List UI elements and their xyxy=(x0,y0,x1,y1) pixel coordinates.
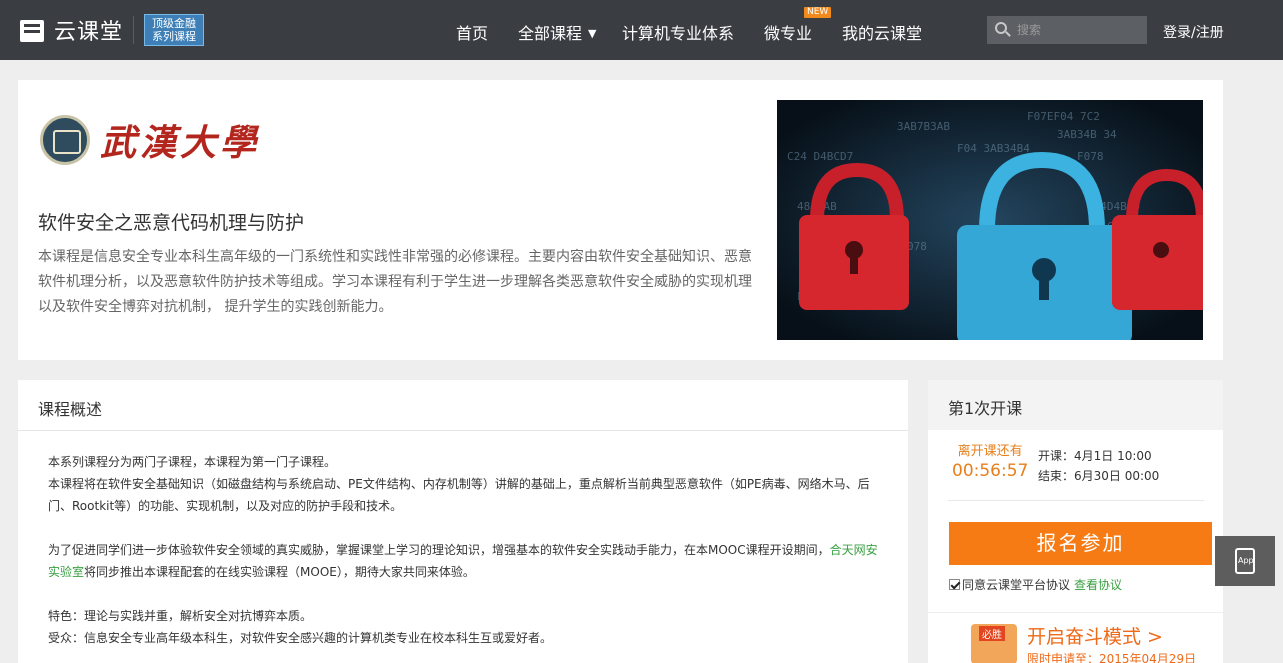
overview-heading: 课程概述 xyxy=(18,380,908,431)
countdown-label: 离开课还有 xyxy=(957,444,1023,459)
promo-line-1: 顶级金融 xyxy=(152,17,197,30)
countdown: 离开课还有 00:56:57 xyxy=(952,440,1028,481)
course-overview-panel: 课程概述 本系列课程分为两门子课程，本课程为第一门子课程。 本课程将在软件安全基… xyxy=(18,380,908,663)
svg-text:F07EF04 7C2: F07EF04 7C2 xyxy=(1027,110,1100,123)
nav-my-cloud-class[interactable]: 我的云课堂 xyxy=(842,20,922,44)
divider xyxy=(948,500,1204,501)
promo-line-2: 系列课程 xyxy=(152,30,197,43)
brand-name: 云课堂 xyxy=(54,20,124,45)
overview-paragraph-3: 为了促进同学们进一步体验软件安全领域的真实威胁，掌握课堂上学习的理论知识，增强基… xyxy=(48,539,878,583)
caret-down-icon: ▼ xyxy=(588,27,597,40)
fight-mode-deadline: 限时申请至：2015年04月29日 xyxy=(1027,652,1197,663)
divider xyxy=(928,612,1223,613)
course-description: 本课程是信息安全专业本科生高年级的一门系统性和实践性非常强的必修课程。主要内容由… xyxy=(38,249,752,315)
overview-p3-text-end: 将同步推出本课程配套的在线实验课程（MOOE），期待大家共同来体验。 xyxy=(84,565,475,579)
agreement-text: 同意云课堂平台协议 xyxy=(962,578,1071,592)
svg-text:3AB7B3AB: 3AB7B3AB xyxy=(897,120,950,133)
search-box xyxy=(987,16,1147,44)
session-panel: 第1次开课 离开课还有 00:56:57 开课：4月1日 10:00 结束：6月… xyxy=(928,380,1223,663)
app-label: App xyxy=(1238,556,1254,565)
svg-text:C24 D4BCD7: C24 D4BCD7 xyxy=(787,150,853,163)
university-logo[interactable]: 武漢大學 xyxy=(40,114,260,166)
overview-body: 本系列课程分为两门子课程，本课程为第一门子课程。 本课程将在软件安全基础知识（如… xyxy=(18,431,908,663)
nav-micro-major[interactable]: 微专业 NEW xyxy=(764,7,832,44)
book-icon xyxy=(18,16,46,44)
padlock-illustration: F07EF04 7C2 3AB34B 34 3AB7B3AB F04 3AB34… xyxy=(777,100,1203,340)
end-date: 结束：6月30日 00:00 xyxy=(1038,469,1160,483)
fight-mode-icon[interactable]: 必胜 xyxy=(971,624,1017,663)
overview-paragraph-1: 本系列课程分为两门子课程，本课程为第一门子课程。 xyxy=(48,455,337,469)
countdown-time: 00:56:57 xyxy=(952,461,1029,481)
login-register-link[interactable]: 登录/注册 xyxy=(1163,22,1224,42)
university-seal-icon xyxy=(40,115,90,165)
overview-paragraph-2: 本课程将在软件安全基础知识（如磁盘结构与系统启动、PE文件结构、内存机制等）讲解… xyxy=(48,477,870,513)
agreement-row: 同意云课堂平台协议 查看协议 xyxy=(949,576,1122,593)
overview-features: 特色：理论与实践并重，解析安全对抗博弈本质。 xyxy=(48,609,313,623)
overview-audience: 受众：信息安全专业高年级本科生，对软件安全感兴趣的计算机类专业在校本科生互或爱好… xyxy=(48,631,553,645)
svg-text:3AB34B 34: 3AB34B 34 xyxy=(1057,128,1117,141)
nav-all-courses[interactable]: 全部课程 ▼ xyxy=(518,20,596,44)
enroll-button[interactable]: 报名参加 xyxy=(949,522,1212,565)
finance-promo-badge[interactable]: 顶级金融 系列课程 xyxy=(144,14,205,46)
top-navigation-bar: 云课堂 顶级金融 系列课程 首页 全部课程 ▼ 计算机专业体系 微专业 NEW 我的… xyxy=(0,0,1283,60)
nav-all-courses-label: 全部课程 xyxy=(518,24,583,43)
phone-icon: App xyxy=(1235,548,1255,574)
session-dates: 开课：4月1日 10:00 结束：6月30日 00:00 xyxy=(1038,446,1159,486)
start-date: 开课：4月1日 10:00 xyxy=(1038,449,1152,463)
nav-micro-major-label: 微专业 xyxy=(764,24,813,43)
course-cover-image: F07EF04 7C2 3AB34B 34 3AB7B3AB F04 3AB34… xyxy=(777,100,1203,340)
svg-text:F04 3AB34B4: F04 3AB34B4 xyxy=(957,142,1030,155)
agreement-checkbox[interactable] xyxy=(949,579,960,590)
university-name: 武漢大學 xyxy=(100,122,261,164)
overview-p3-text: 为了促进同学们进一步体验软件安全领域的真实威胁，掌握课堂上学习的理论知识，增强基… xyxy=(48,543,830,557)
course-hero-card: 武漢大學 软件安全之恶意代码机理与防护 本课程是信息安全专业本科生高年级的一门系… xyxy=(18,80,1223,360)
app-download-button[interactable]: App xyxy=(1215,536,1275,586)
svg-text:F078: F078 xyxy=(1077,150,1104,163)
fight-mode-badge: 必胜 xyxy=(979,626,1005,641)
logo-divider xyxy=(133,16,135,44)
course-title: 软件安全之恶意代码机理与防护 xyxy=(38,212,305,234)
site-logo[interactable]: 云课堂 顶级金融 系列课程 xyxy=(18,14,205,46)
session-heading: 第1次开课 xyxy=(928,380,1223,430)
search-icon[interactable] xyxy=(995,22,1011,38)
nav-home[interactable]: 首页 xyxy=(456,20,488,44)
new-badge: NEW xyxy=(804,7,832,18)
svg-text:078: 078 xyxy=(907,240,927,253)
nav-cs-system[interactable]: 计算机专业体系 xyxy=(622,20,734,44)
view-agreement-link[interactable]: 查看协议 xyxy=(1074,576,1122,593)
fight-mode-link[interactable]: 开启奋斗模式 > xyxy=(1027,622,1163,649)
search-input[interactable] xyxy=(1017,23,1137,37)
